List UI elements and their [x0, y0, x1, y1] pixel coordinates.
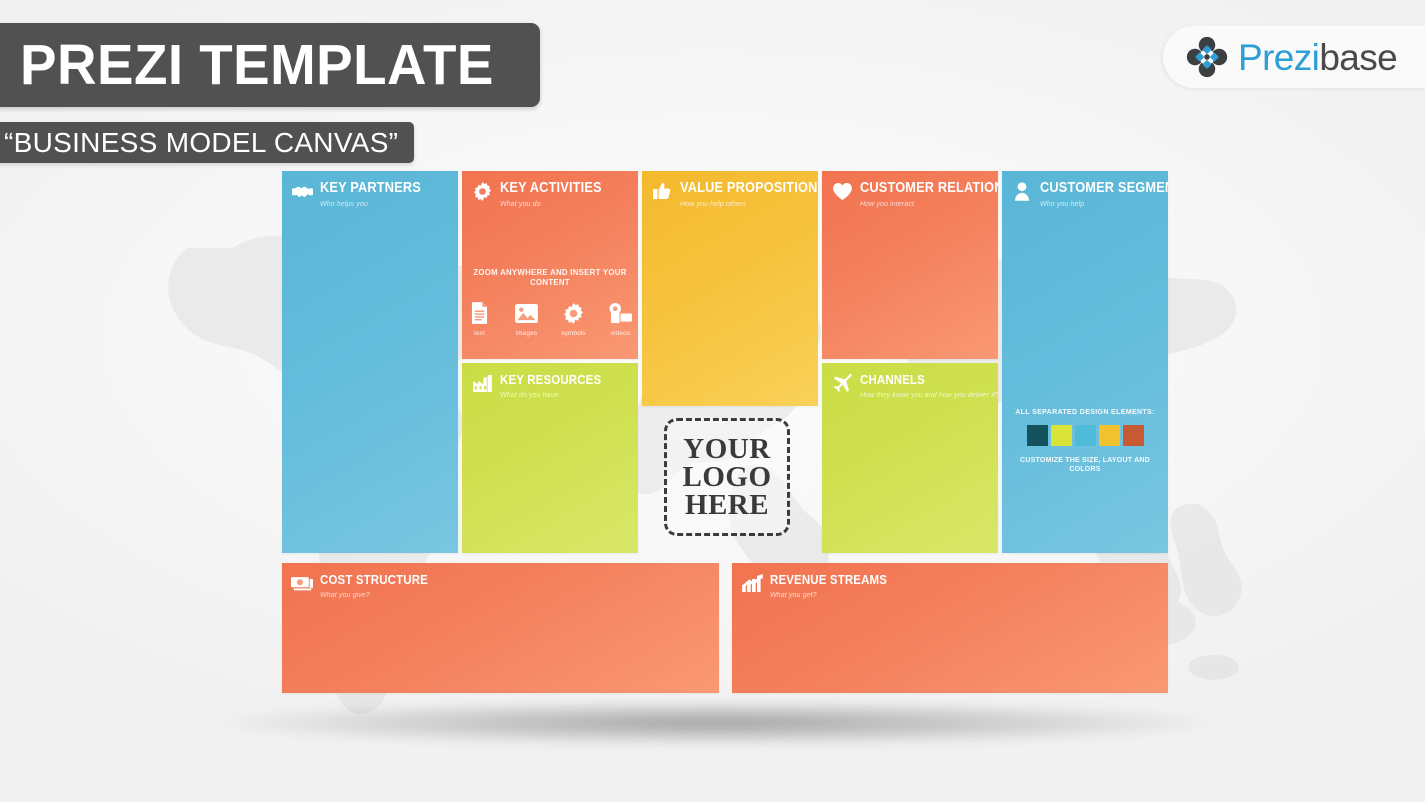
factory-icon — [471, 372, 493, 394]
prezibase-logo-text: Prezibase — [1238, 36, 1398, 78]
block-subtitle: What you give? — [320, 589, 370, 599]
logo-placeholder[interactable]: YOUR LOGO HERE — [664, 418, 790, 536]
page-title-text: PREZI TEMPLATE — [20, 32, 494, 97]
growth-chart-icon — [741, 572, 763, 594]
canvas-block-key-partners[interactable]: KEY PARTNERS Who helps you — [282, 171, 458, 553]
block-subtitle: What you do — [500, 199, 541, 209]
insert-item-label: images — [515, 330, 538, 337]
color-swatch-2[interactable] — [1050, 425, 1072, 446]
block-labels: KEY RESOURCES What do you have — [500, 372, 615, 399]
block-header: COST STRUCTURE What you give? — [282, 563, 719, 599]
block-title: CUSTOMER SEGMENTS — [1040, 180, 1168, 196]
document-icon — [463, 299, 496, 327]
picture-icon — [510, 299, 543, 327]
block-labels: CHANNELS How they know you and how you d… — [860, 372, 998, 399]
thumbs-up-icon — [651, 180, 673, 202]
block-header: REVENUE STREAMS What you get? — [732, 563, 1168, 599]
canvas-block-key-activities[interactable]: KEY ACTIVITIES What you do ZOOM ANYWHERE… — [462, 171, 638, 359]
block-subtitle: How you interact — [860, 199, 915, 209]
block-labels: KEY PARTNERS Who helps you — [320, 180, 435, 208]
logo-placeholder-line3: HERE — [684, 489, 770, 522]
block-labels: KEY ACTIVITIES What you do — [500, 180, 616, 208]
page-subtitle: “BUSINESS MODEL CANVAS” — [0, 122, 415, 163]
insert-item-symbols[interactable]: symbols — [557, 299, 590, 337]
person-icon — [1011, 180, 1033, 202]
page-title: PREZI TEMPLATE — [0, 23, 540, 107]
insert-item-videos[interactable]: videos — [604, 299, 637, 337]
insert-item-label: symbols — [561, 330, 586, 337]
color-swatch-1[interactable] — [1026, 425, 1048, 446]
canvas-block-cost-structure[interactable]: COST STRUCTURE What you give? — [282, 563, 719, 693]
block-labels: VALUE PROPOSITIONS How you help others — [680, 180, 818, 208]
block-header: VALUE PROPOSITIONS How you help others — [642, 171, 818, 208]
logo-placeholder-line1: YOUR — [683, 432, 771, 465]
insert-item-images[interactable]: images — [510, 299, 543, 337]
prezibase-pinwheel-icon — [1186, 36, 1228, 78]
logo-placeholder-line2: LOGO — [682, 460, 772, 493]
block-title: CUSTOMER RELATIONSHIPS — [860, 180, 998, 196]
block-header: CUSTOMER RELATIONSHIPS How you interact — [822, 171, 998, 208]
block-header: CHANNELS How they know you and how you d… — [822, 363, 998, 399]
block-title: KEY ACTIVITIES — [500, 180, 602, 196]
insert-content-icon-row: text images symbols videos — [462, 299, 638, 337]
block-subtitle: How they know you and how you deliver it… — [860, 389, 998, 399]
block-header: KEY RESOURCES What do you have — [462, 363, 638, 399]
block-header: CUSTOMER SEGMENTS Who you help — [1002, 171, 1168, 208]
canvas-block-customer-relationships[interactable]: CUSTOMER RELATIONSHIPS How you interact — [822, 171, 998, 359]
logo-text-prezi: Prezi — [1238, 36, 1320, 78]
color-swatch-row — [1008, 425, 1162, 446]
insert-content-hint: ZOOM ANYWHERE AND INSERT YOUR CONTENT te… — [462, 267, 638, 337]
gear-icon — [557, 299, 590, 327]
video-camera-icon — [604, 299, 637, 327]
block-labels: CUSTOMER RELATIONSHIPS How you interact — [860, 180, 998, 208]
block-subtitle: What you get? — [770, 589, 817, 599]
money-icon — [291, 572, 313, 594]
airplane-icon — [831, 372, 853, 394]
canvas-block-value-propositions[interactable]: VALUE PROPOSITIONS How you help others — [642, 171, 818, 406]
design-elements-footer: CUSTOMIZE THE SIZE, LAYOUT AND COLORS — [1020, 455, 1150, 473]
canvas-block-channels[interactable]: CHANNELS How they know you and how you d… — [822, 363, 998, 553]
color-swatch-4[interactable] — [1098, 425, 1120, 446]
block-subtitle: Who helps you — [320, 199, 368, 209]
block-title: REVENUE STREAMS — [770, 572, 888, 587]
handshake-icon — [291, 180, 313, 202]
block-labels: CUSTOMER SEGMENTS Who you help — [1040, 180, 1168, 208]
canvas-block-revenue-streams[interactable]: REVENUE STREAMS What you get? — [732, 563, 1168, 693]
design-elements-title: ALL SEPARATED DESIGN ELEMENTS: — [1015, 407, 1155, 416]
canvas-drop-shadow — [215, 700, 1215, 746]
color-swatch-5[interactable] — [1122, 425, 1144, 446]
block-subtitle: How you help others — [680, 199, 747, 209]
block-title: KEY PARTNERS — [320, 180, 421, 196]
block-header: KEY ACTIVITIES What you do — [462, 171, 638, 208]
color-swatch-3[interactable] — [1074, 425, 1096, 446]
design-elements-note: ALL SEPARATED DESIGN ELEMENTS: CUSTOMIZE… — [1008, 407, 1162, 473]
page-subtitle-text: “BUSINESS MODEL CANVAS” — [4, 126, 399, 158]
insert-content-caption: ZOOM ANYWHERE AND INSERT YOUR CONTENT — [473, 267, 627, 287]
insert-item-label: text — [474, 330, 485, 337]
block-labels: REVENUE STREAMS What you get? — [770, 572, 903, 599]
block-subtitle: Who you help — [1040, 199, 1085, 209]
prezibase-logo[interactable]: Prezibase — [1163, 26, 1425, 88]
block-subtitle: What do you have — [500, 389, 559, 399]
block-title: KEY RESOURCES — [500, 372, 602, 387]
block-title: CHANNELS — [860, 372, 925, 387]
insert-item-text[interactable]: text — [463, 299, 496, 337]
block-title: VALUE PROPOSITIONS — [680, 180, 818, 196]
gear-icon — [471, 180, 493, 202]
heart-icon — [831, 180, 853, 202]
canvas-block-customer-segments[interactable]: CUSTOMER SEGMENTS Who you help ALL SEPAR… — [1002, 171, 1168, 553]
insert-item-label: videos — [610, 330, 631, 337]
block-header: KEY PARTNERS Who helps you — [282, 171, 458, 208]
canvas-block-key-resources[interactable]: KEY RESOURCES What do you have — [462, 363, 638, 553]
block-title: COST STRUCTURE — [320, 572, 428, 587]
logo-text-base: base — [1319, 36, 1398, 78]
block-labels: COST STRUCTURE What you give? — [320, 572, 443, 599]
slide-canvas: PREZI TEMPLATE “BUSINESS MODEL CANVAS” P… — [0, 0, 1425, 802]
